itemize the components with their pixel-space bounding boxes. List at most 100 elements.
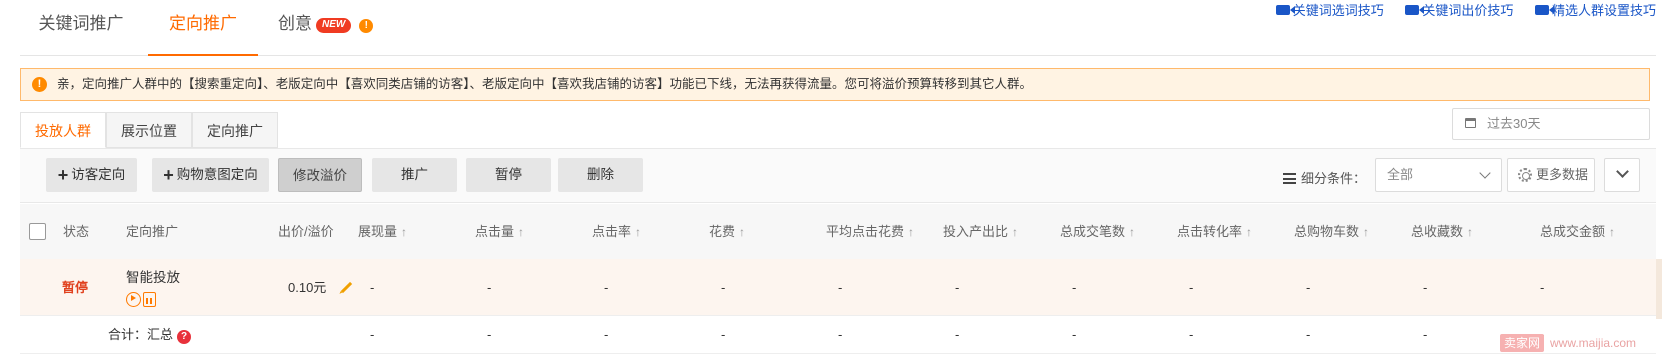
tab-label: 定向推广	[169, 14, 237, 33]
gear-icon	[1518, 168, 1532, 182]
col-conversion-rate[interactable]: 点击转化率 ↑	[1177, 204, 1252, 260]
cell-conversion-rate: -	[1189, 280, 1194, 295]
expand-toggle-button[interactable]	[1604, 158, 1640, 192]
targeting-name: 智能投放	[126, 270, 180, 285]
notice-text: 亲，定向推广人群中的【搜索重定向】、老版定向中【喜欢同类店铺的访客】、老版定向中…	[57, 77, 1033, 91]
col-clicks[interactable]: 点击量 ↑	[475, 204, 524, 260]
cell-roi: -	[955, 280, 960, 295]
new-badge: NEW	[316, 18, 352, 33]
total-conversion-rate: -	[1189, 327, 1194, 342]
sort-up-icon: ↑	[1467, 225, 1474, 239]
subtab-label: 投放人群	[35, 123, 91, 139]
col-total-gmv[interactable]: 总成交金额 ↑	[1540, 204, 1615, 260]
sort-up-icon: ↑	[1609, 225, 1616, 239]
col-label: 投入产出比	[943, 224, 1009, 239]
col-label: 展现量	[358, 224, 398, 239]
col-avg-cpc[interactable]: 平均点击花费 ↑	[826, 204, 914, 260]
sort-up-icon: ↑	[739, 225, 746, 239]
col-bid: 出价/溢价	[278, 224, 334, 239]
cell-impressions: -	[370, 280, 375, 295]
tab-creative[interactable]: 创意 NEW!	[278, 0, 398, 56]
video-camera-icon	[1405, 5, 1425, 15]
col-roi[interactable]: 投入产出比 ↑	[943, 204, 1018, 260]
date-range-picker[interactable]: 过去30天	[1452, 108, 1650, 140]
subtab-label: 展示位置	[121, 123, 177, 139]
total-cart-adds: -	[1306, 327, 1311, 342]
chevron-down-icon	[1616, 165, 1629, 178]
visitor-targeting-button[interactable]: + 访客定向	[46, 158, 137, 192]
table-total-row: 合计：汇总? - - - - - - - - - - -	[20, 316, 1656, 354]
cell-ctr: -	[604, 280, 609, 295]
watermark-logo: 卖家网	[1500, 334, 1545, 352]
subtab-placement[interactable]: 展示位置	[106, 112, 192, 148]
subtab-audience[interactable]: 投放人群	[20, 112, 106, 148]
sort-up-icon: ↑	[1246, 225, 1253, 239]
sort-up-icon: ↑	[1129, 225, 1136, 239]
total-clicks: -	[487, 327, 492, 342]
cell-total-gmv: -	[1540, 280, 1545, 295]
plus-icon: +	[57, 165, 69, 185]
watermark: 卖家网 www.maijia.com	[1500, 334, 1636, 354]
horizontal-scroll-edge[interactable]	[1656, 259, 1662, 319]
col-favorites[interactable]: 总收藏数 ↑	[1411, 204, 1473, 260]
col-status: 状态	[63, 224, 90, 239]
tip-label: 关键词选词技巧	[1292, 3, 1384, 18]
help-icon[interactable]: ?	[177, 330, 192, 344]
notice-banner: ! 亲，定向推广人群中的【搜索重定向】、老版定向中【喜欢同类店铺的访客】、老版定…	[20, 68, 1650, 101]
col-label: 平均点击花费	[826, 224, 905, 239]
report-icon[interactable]	[143, 291, 156, 307]
edit-premium-button[interactable]: 修改溢价	[278, 158, 362, 192]
col-cart-adds[interactable]: 总购物车数 ↑	[1294, 204, 1369, 260]
filter-select[interactable]: 全部	[1375, 158, 1502, 192]
col-total-orders[interactable]: 总成交笔数 ↑	[1060, 204, 1135, 260]
play-icon[interactable]	[126, 291, 141, 307]
col-label: 总收藏数	[1411, 224, 1464, 239]
targeting-name-cell: 智能投放	[126, 269, 180, 308]
col-ctr[interactable]: 点击率 ↑	[592, 204, 641, 260]
delete-button[interactable]: 删除	[558, 158, 643, 192]
info-icon[interactable]: !	[359, 19, 374, 33]
total-spend: -	[721, 327, 726, 342]
total-orders: -	[1072, 327, 1077, 342]
calendar-icon	[1465, 118, 1476, 128]
total-roi: -	[955, 327, 960, 342]
bid-value: 0.10元	[288, 280, 327, 295]
tip-link-keyword-bidding[interactable]: 关键词出价技巧	[1405, 0, 1513, 19]
more-data-button[interactable]: 更多数据	[1507, 158, 1595, 192]
video-camera-icon	[1534, 5, 1554, 15]
pause-button[interactable]: 暂停	[466, 158, 551, 192]
tab-keyword-promotion[interactable]: 关键词推广	[20, 0, 142, 56]
sort-up-icon: ↑	[1012, 225, 1019, 239]
edit-pencil-icon[interactable]	[341, 281, 353, 294]
tab-targeted-promotion[interactable]: 定向推广	[148, 0, 258, 56]
table-header: 状态 定向推广 出价/溢价 展现量 ↑ 点击量 ↑ 点击率 ↑ 花费 ↑ 平均点击花费 ↑…	[20, 204, 1656, 259]
bid-cell: 0.10元	[288, 259, 353, 316]
col-label: 总成交金额	[1540, 224, 1606, 239]
col-targeting: 定向推广	[126, 224, 179, 239]
promote-button[interactable]: 推广	[372, 158, 457, 192]
tip-link-keyword-selection[interactable]: 关键词选词技巧	[1275, 0, 1384, 19]
filter-label-text: 细分条件：	[1301, 171, 1367, 186]
select-all-checkbox[interactable]	[29, 223, 46, 240]
col-spend[interactable]: 花费 ↑	[709, 204, 745, 260]
col-label: 总成交笔数	[1060, 224, 1126, 239]
tab-label: 关键词推广	[38, 14, 124, 33]
tip-link-crowd-setting[interactable]: 精选人群设置技巧	[1534, 0, 1656, 19]
button-label: 修改溢价	[293, 168, 347, 183]
page-root: 关键词推广 定向推广 创意 NEW! 关键词选词技巧 关键词出价技巧 精选人群设置…	[0, 0, 1662, 355]
col-label: 点击转化率	[1177, 224, 1243, 239]
total-favorites: -	[1423, 327, 1428, 342]
button-label: 购物意图定向	[176, 167, 258, 182]
sort-up-icon: ↑	[518, 225, 525, 239]
date-range-label: 过去30天	[1487, 116, 1541, 131]
table-row: 暂停 智能投放 0.10元 - - - - - - - - - - -	[20, 259, 1656, 316]
chevron-down-icon	[1479, 167, 1491, 179]
button-label: 推广	[401, 167, 428, 182]
sort-up-icon: ↑	[401, 225, 408, 239]
filter-label: 细分条件：	[1283, 168, 1366, 187]
filter-value: 全部	[1387, 167, 1414, 182]
button-label: 暂停	[495, 167, 522, 182]
purchase-intent-targeting-button[interactable]: + 购物意图定向	[152, 158, 269, 192]
subtab-targeted[interactable]: 定向推广	[192, 112, 278, 148]
col-impressions[interactable]: 展现量 ↑	[358, 204, 407, 260]
